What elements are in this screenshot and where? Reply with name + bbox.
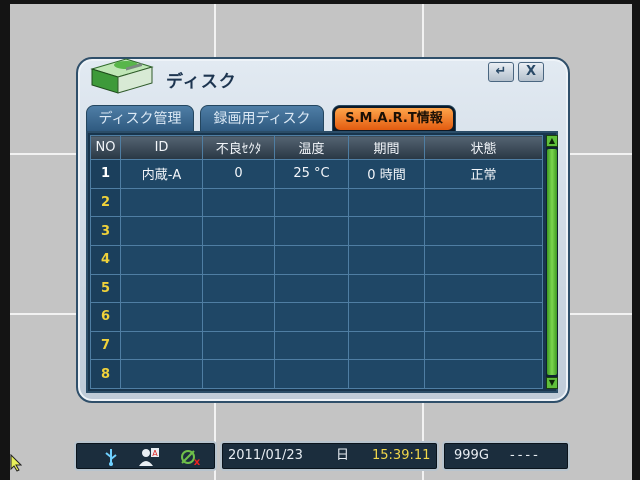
disk-status-display: 999G ----: [442, 441, 570, 471]
disk-id-cell: [120, 330, 203, 361]
status-cell: [424, 244, 543, 275]
row-number: 6: [90, 302, 121, 332]
column-header-period: 期間: [348, 135, 425, 160]
temperature-cell: [274, 330, 349, 361]
bad-sector-cell: [202, 330, 275, 361]
row-number: 7: [90, 330, 121, 361]
scroll-thumb[interactable]: [547, 149, 557, 375]
status-cell: [424, 330, 543, 361]
table-row[interactable]: 5: [90, 273, 543, 304]
column-header-temperature: 温度: [274, 135, 349, 160]
bad-sector-cell: [202, 302, 275, 332]
screen-border: [0, 0, 640, 4]
day-of-week-text: 日: [336, 448, 350, 463]
period-cell: 0 時間: [348, 159, 425, 189]
status-cell: [424, 359, 543, 389]
bad-sector-cell: [202, 216, 275, 246]
disk-dialog: ディスク ↵ X ディスク管理 録画用ディスク S.M.A.R.T情報 NO I…: [76, 57, 570, 403]
bad-sector-cell: [202, 359, 275, 389]
column-header-no: NO: [90, 135, 121, 160]
date-time-display: 2011/01/23 日 15:39:11: [220, 441, 439, 471]
smart-info-table: NO ID 不良ｾｸﾀ 温度 期間 状態 1 内蔵-A 0 25 °C 0 時間…: [90, 135, 543, 389]
bad-sector-cell: [202, 187, 275, 218]
date-text: 2011/01/23: [228, 448, 303, 463]
disk-id-cell: [120, 187, 203, 218]
table-row[interactable]: 1 内蔵-A 0 25 °C 0 時間 正常: [90, 159, 543, 189]
temperature-cell: [274, 244, 349, 275]
usb-icon[interactable]: [100, 447, 122, 467]
table-row[interactable]: 6: [90, 302, 543, 332]
table-row[interactable]: 4: [90, 244, 543, 275]
status-cell: [424, 187, 543, 218]
temperature-cell: [274, 216, 349, 246]
svg-text:A: A: [152, 449, 158, 458]
status-icons: A x: [74, 441, 217, 471]
bad-sector-cell: [202, 244, 275, 275]
row-number: 2: [90, 187, 121, 218]
table-header-row: NO ID 不良ｾｸﾀ 温度 期間 状態: [90, 135, 543, 160]
table-row[interactable]: 3: [90, 216, 543, 246]
temperature-cell: 25 °C: [274, 159, 349, 189]
disk-id-cell: [120, 216, 203, 246]
temperature-cell: [274, 273, 349, 304]
status-cell: 正常: [424, 159, 543, 189]
user-record-icon[interactable]: A: [138, 447, 160, 467]
disk-id-cell: [120, 302, 203, 332]
disk-id-cell: 内蔵-A: [120, 159, 203, 189]
bad-sector-cell: 0: [202, 159, 275, 189]
tab-smart-info-label: S.M.A.R.T情報: [335, 108, 453, 130]
network-disconnected-icon[interactable]: x: [180, 447, 202, 467]
row-number: 1: [90, 159, 121, 189]
mouse-cursor-icon: [10, 454, 22, 472]
enter-button[interactable]: ↵: [488, 62, 514, 82]
screen-border: [632, 0, 640, 480]
column-header-status: 状態: [424, 135, 543, 160]
row-number: 4: [90, 244, 121, 275]
period-cell: [348, 244, 425, 275]
close-button[interactable]: X: [518, 62, 544, 82]
screen-border: [0, 0, 10, 480]
disk-id-cell: [120, 359, 203, 389]
column-header-bad-sector: 不良ｾｸﾀ: [202, 135, 275, 160]
svg-text:x: x: [194, 457, 201, 467]
disk-id-cell: [120, 244, 203, 275]
row-number: 5: [90, 273, 121, 304]
period-cell: [348, 330, 425, 361]
disk-id-cell: [120, 273, 203, 304]
period-cell: [348, 187, 425, 218]
row-number: 3: [90, 216, 121, 246]
dialog-title: ディスク: [166, 72, 237, 92]
temperature-cell: [274, 359, 349, 389]
period-cell: [348, 273, 425, 304]
record-status-text: ----: [510, 448, 541, 463]
status-cell: [424, 216, 543, 246]
period-cell: [348, 359, 425, 389]
table-row[interactable]: 7: [90, 330, 543, 361]
hard-disk-icon: [90, 58, 154, 94]
scroll-down-arrow-icon[interactable]: ▼: [546, 377, 558, 389]
temperature-cell: [274, 302, 349, 332]
tab-smart-info[interactable]: S.M.A.R.T情報: [332, 105, 456, 131]
status-cell: [424, 302, 543, 332]
bad-sector-cell: [202, 273, 275, 304]
period-cell: [348, 216, 425, 246]
time-text: 15:39:11: [372, 448, 431, 463]
table-row[interactable]: 2: [90, 187, 543, 218]
smart-info-panel: NO ID 不良ｾｸﾀ 温度 期間 状態 1 内蔵-A 0 25 °C 0 時間…: [86, 131, 558, 393]
tab-disk-management[interactable]: ディスク管理: [86, 105, 194, 131]
temperature-cell: [274, 187, 349, 218]
status-cell: [424, 273, 543, 304]
scroll-up-arrow-icon[interactable]: ▲: [546, 135, 558, 147]
row-number: 8: [90, 359, 121, 389]
period-cell: [348, 302, 425, 332]
column-header-id: ID: [120, 135, 203, 160]
table-row[interactable]: 8: [90, 359, 543, 389]
tab-recording-disk[interactable]: 録画用ディスク: [200, 105, 324, 131]
disk-capacity-text: 999G: [454, 448, 489, 463]
vertical-scrollbar[interactable]: ▲ ▼: [546, 135, 558, 389]
